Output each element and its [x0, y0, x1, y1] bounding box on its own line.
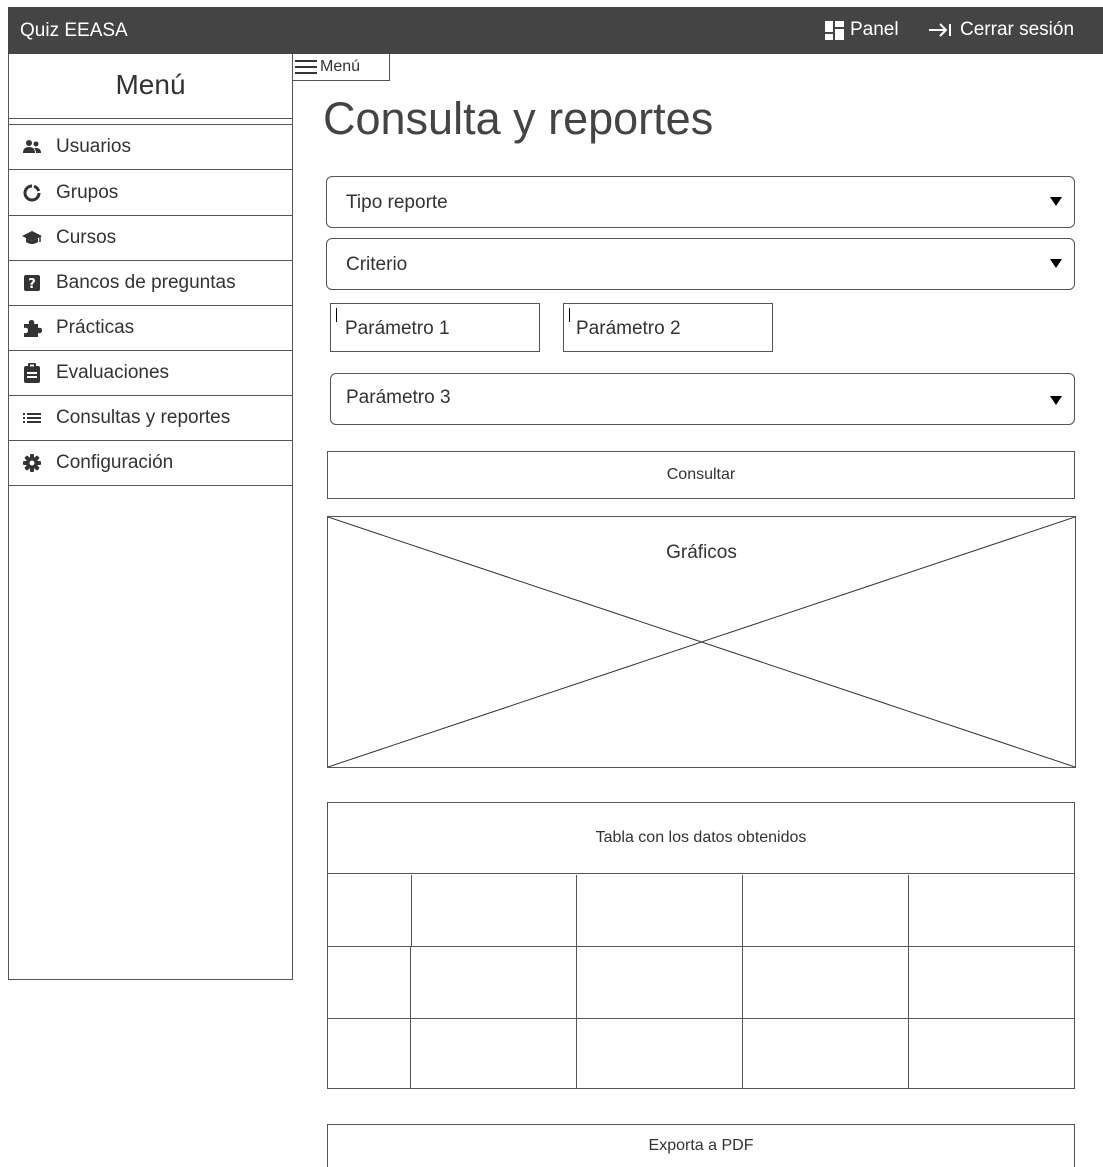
- sidebar-item-label: Consultas y reportes: [56, 407, 231, 428]
- table-cell: [909, 875, 1074, 947]
- parametro-1-placeholder: Parámetro 1: [345, 318, 450, 339]
- logout-icon: [929, 23, 951, 37]
- caret-down-icon: [1050, 259, 1062, 268]
- sidebar-item-usuarios[interactable]: Usuarios: [9, 125, 292, 170]
- clipboard-icon: [22, 363, 42, 383]
- puzzle-icon: [22, 318, 42, 338]
- tipo-reporte-label: Tipo reporte: [346, 192, 448, 213]
- consultar-button[interactable]: Consultar: [327, 451, 1075, 499]
- graph-label: Gráficos: [666, 542, 737, 563]
- table-cell: [743, 1019, 909, 1088]
- table-cell: [743, 947, 909, 1019]
- text-cursor: [336, 308, 337, 322]
- users-icon: [22, 137, 42, 157]
- sidebar-item-label: Grupos: [56, 182, 119, 203]
- table-cell: [577, 947, 743, 1019]
- caret-down-icon: [1050, 197, 1062, 206]
- parametro-2-placeholder: Parámetro 2: [576, 318, 681, 339]
- criterio-select[interactable]: Criterio: [326, 238, 1075, 290]
- text-cursor: [569, 308, 570, 322]
- table-cell: [577, 875, 743, 947]
- list-icon: [22, 408, 42, 428]
- table-cell: [328, 1019, 411, 1088]
- graph-placeholder: Gráficos: [327, 516, 1076, 768]
- logout-label: Cerrar sesión: [960, 19, 1075, 40]
- table-cell: [909, 1019, 1074, 1088]
- table-cell: [411, 1019, 577, 1088]
- sidebar-item-label: Usuarios: [56, 136, 131, 157]
- dashboard-icon: [825, 20, 844, 40]
- parametro-3-select[interactable]: Parámetro 3: [330, 373, 1075, 425]
- gear-icon: [22, 453, 42, 473]
- caret-down-icon: [1050, 396, 1062, 405]
- sidebar-item-label: Cursos: [56, 227, 117, 248]
- svg-text:?: ?: [28, 277, 36, 292]
- table-cell: [909, 947, 1074, 1019]
- page-title: Consulta y reportes: [323, 93, 714, 144]
- criterio-label: Criterio: [346, 254, 408, 275]
- table-cell: [328, 875, 412, 947]
- sidebar-header: Menú: [9, 54, 292, 119]
- logout-link[interactable]: Cerrar sesión: [928, 19, 1074, 41]
- menu-toggle-button[interactable]: Menú: [292, 54, 390, 81]
- sidebar: Menú Usuarios Grupos Cursos ? Bancos de …: [8, 54, 293, 980]
- app-title[interactable]: Quiz EEASA: [20, 20, 128, 42]
- top-navbar: Quiz EEASA Panel Cerrar sesión: [8, 7, 1103, 54]
- sidebar-item-label: Prácticas: [56, 317, 135, 338]
- table-cell: [328, 947, 411, 1019]
- sidebar-item-configuracion[interactable]: Configuración: [9, 441, 292, 486]
- export-pdf-button[interactable]: Exporta a PDF: [327, 1124, 1075, 1167]
- table-cell: [412, 875, 577, 947]
- table-cell: [577, 1019, 743, 1088]
- sidebar-item-cursos[interactable]: Cursos: [9, 216, 292, 261]
- panel-label: Panel: [850, 19, 899, 40]
- sidebar-item-evaluaciones[interactable]: Evaluaciones: [9, 351, 292, 396]
- parametro-2-input[interactable]: Parámetro 2: [563, 303, 773, 352]
- question-square-icon: ?: [22, 273, 42, 293]
- sidebar-item-label: Evaluaciones: [56, 362, 170, 383]
- parametro-3-label: Parámetro 3: [346, 387, 451, 408]
- table-header: Tabla con los datos obtenidos: [328, 803, 1074, 874]
- table-cell: [743, 875, 909, 947]
- parametro-1-input[interactable]: Parámetro 1: [330, 303, 540, 352]
- sidebar-item-label: Bancos de preguntas: [56, 272, 236, 293]
- panel-link[interactable]: Panel: [825, 19, 899, 41]
- sidebar-item-practicas[interactable]: Prácticas: [9, 306, 292, 351]
- sidebar-title: Menú: [115, 69, 186, 100]
- tipo-reporte-select[interactable]: Tipo reporte: [326, 176, 1075, 228]
- hamburger-icon: [295, 60, 317, 74]
- sidebar-item-bancos-de-preguntas[interactable]: ? Bancos de preguntas: [9, 261, 292, 306]
- sidebar-item-grupos[interactable]: Grupos: [9, 171, 292, 216]
- menu-toggle-label: Menú: [320, 58, 361, 75]
- data-table: Tabla con los datos obtenidos: [327, 802, 1075, 1089]
- sidebar-item-label: Configuración: [56, 452, 174, 473]
- table-cell: [411, 947, 577, 1019]
- circle-notch-icon: [22, 183, 42, 203]
- sidebar-item-consultas-y-reportes[interactable]: Consultas y reportes: [9, 396, 292, 441]
- graduation-cap-icon: [22, 228, 42, 248]
